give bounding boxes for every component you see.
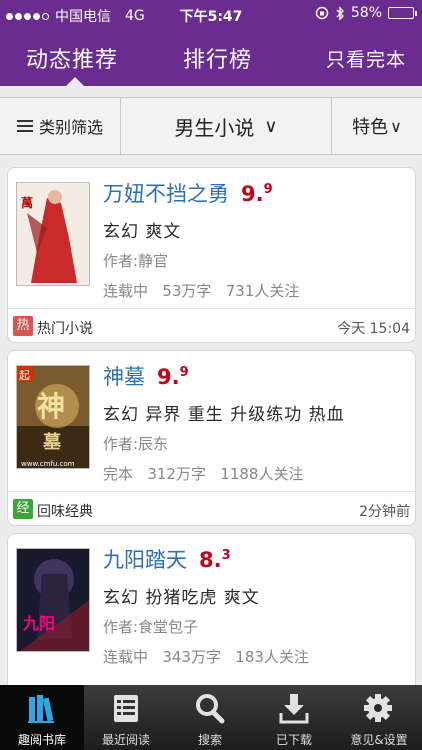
svg-text:www.cmfu.com: www.cmfu.com <box>21 460 75 468</box>
rating-score-decimal: 3 <box>221 548 231 563</box>
book-title-link[interactable]: 九阳踏天 8.3 <box>103 544 231 574</box>
book-tags: 玄幻 爽文 <box>103 222 182 242</box>
book-word-count: 53万字 <box>162 282 212 300</box>
bottom-tab-bar: 趣阅书库 最近阅读 搜索 已下载 意见&设置 <box>0 685 422 750</box>
books-icon <box>28 695 54 723</box>
book-cover-image: 萬 <box>16 182 90 286</box>
footer-category-label: 回味经典 <box>37 504 93 520</box>
card-footer[interactable]: 热 热门小说 今天 15:04 <box>8 308 415 343</box>
rating-score: 9.9 <box>241 182 273 206</box>
book-word-count: 312万字 <box>147 465 206 483</box>
book-stats: 完本 312万字 1188人关注 <box>103 463 303 484</box>
rating-score-main: 8. <box>199 548 222 572</box>
update-time: 2分钟前 <box>359 504 410 520</box>
gender-filter-label: 男生小说 <box>174 115 255 140</box>
tab-recent-reading[interactable]: 最近阅读 <box>84 685 168 750</box>
bluetooth-icon <box>336 5 344 21</box>
rotation-lock-icon <box>315 6 329 20</box>
book-author: 作者:辰东 <box>103 435 169 453</box>
book-card[interactable]: 萬 万妞不挡之勇 9.9 玄幻 爽文 作者:静官 连载中 53万字 731人关注 … <box>7 167 416 343</box>
tab-settings[interactable]: 意见&设置 <box>336 685 422 750</box>
classic-badge-icon: 经 <box>13 499 33 519</box>
feature-filter-dropdown[interactable]: 特色 ∨ <box>332 98 422 154</box>
tab-search[interactable]: 搜索 <box>168 685 252 750</box>
tab-label: 趣阅书库 <box>17 733 66 747</box>
tab-label: 已下载 <box>275 733 312 747</box>
category-filter-button[interactable]: 类别筛选 <box>0 98 121 154</box>
book-card[interactable]: 九阳 九阳踏天 8.3 玄幻 扮猪吃虎 爽文 作者:食堂包子 连载中 343万字 … <box>7 533 416 709</box>
book-title: 九阳踏天 <box>103 548 187 572</box>
book-cover-image: 九阳 <box>16 548 90 652</box>
rating-score-decimal: 9 <box>179 365 189 380</box>
svg-text:神: 神 <box>37 390 65 423</box>
book-tags: 玄幻 扮猪吃虎 爽文 <box>103 588 260 608</box>
rating-score-main: 9. <box>241 182 264 206</box>
book-card[interactable]: 神 墓 起 www.cmfu.com 神墓 9.9 玄幻 异界 重生 升级练功 热… <box>7 350 416 526</box>
tab-completed-only[interactable]: 只看完本 <box>326 45 406 72</box>
tab-label: 搜索 <box>197 733 222 747</box>
book-status: 连载中 <box>103 282 149 300</box>
recent-list-icon <box>114 695 138 722</box>
list-icon <box>16 119 33 133</box>
book-status: 完本 <box>103 465 134 483</box>
book-stats: 连载中 343万字 183人关注 <box>103 646 309 667</box>
book-title-link[interactable]: 神墓 9.9 <box>103 361 189 391</box>
book-author: 作者:静官 <box>103 252 169 270</box>
svg-text:起: 起 <box>19 369 30 382</box>
search-icon <box>196 694 225 724</box>
category-filter-label: 类别筛选 <box>38 118 103 137</box>
gender-filter-dropdown[interactable]: 男生小说 ∨ <box>121 98 332 154</box>
feature-filter-label: 特色 <box>352 117 389 138</box>
battery-percent: 58% <box>350 5 382 21</box>
active-tab-indicator <box>66 77 84 86</box>
update-time: 今天 15:04 <box>337 321 410 337</box>
battery-icon <box>388 7 417 19</box>
hot-badge-icon: 热 <box>13 316 33 336</box>
book-word-count: 343万字 <box>162 648 221 666</box>
filter-bar: 类别筛选 男生小说 ∨ 特色 ∨ <box>0 97 422 155</box>
book-cover-image: 神 墓 起 www.cmfu.com <box>16 365 90 469</box>
book-title-link[interactable]: 万妞不挡之勇 9.9 <box>103 178 273 208</box>
book-status: 连载中 <box>103 648 149 666</box>
book-title: 万妞不挡之勇 <box>103 182 229 206</box>
svg-text:九阳: 九阳 <box>22 614 55 633</box>
book-stats: 连载中 53万字 731人关注 <box>103 280 299 301</box>
chevron-down-icon: ∨ <box>390 116 402 136</box>
top-navigation: 动态推荐 排行榜 只看完本 <box>0 30 422 86</box>
tab-downloaded[interactable]: 已下载 <box>252 685 336 750</box>
book-author: 作者:食堂包子 <box>103 618 199 636</box>
tab-dynamic-recommend[interactable]: 动态推荐 <box>26 42 118 74</box>
rating-score: 8.3 <box>199 548 231 572</box>
status-bar: 中国电信 4G 下午5:47 58% <box>0 0 422 30</box>
book-followers: 731人关注 <box>225 282 300 300</box>
tab-ranking[interactable]: 排行榜 <box>183 42 252 74</box>
svg-text:墓: 墓 <box>42 432 62 453</box>
book-followers: 1188人关注 <box>220 465 304 483</box>
rating-score-main: 9. <box>157 365 180 389</box>
tab-label: 最近阅读 <box>101 733 150 747</box>
rating-score-decimal: 9 <box>263 182 273 197</box>
svg-text:萬: 萬 <box>21 195 33 210</box>
book-followers: 183人关注 <box>235 648 309 666</box>
card-footer[interactable]: 经 回味经典 2分钟前 <box>8 491 415 526</box>
download-icon <box>279 694 309 724</box>
gear-icon <box>364 694 392 722</box>
tab-bookstore[interactable]: 趣阅书库 <box>0 685 84 750</box>
chevron-down-icon: ∨ <box>264 115 278 137</box>
footer-category-label: 热门小说 <box>37 321 93 337</box>
rating-score: 9.9 <box>157 365 189 389</box>
tab-label: 意见&设置 <box>350 733 408 747</box>
book-tags: 玄幻 异界 重生 升级练功 热血 <box>103 405 345 425</box>
book-title: 神墓 <box>103 365 145 389</box>
